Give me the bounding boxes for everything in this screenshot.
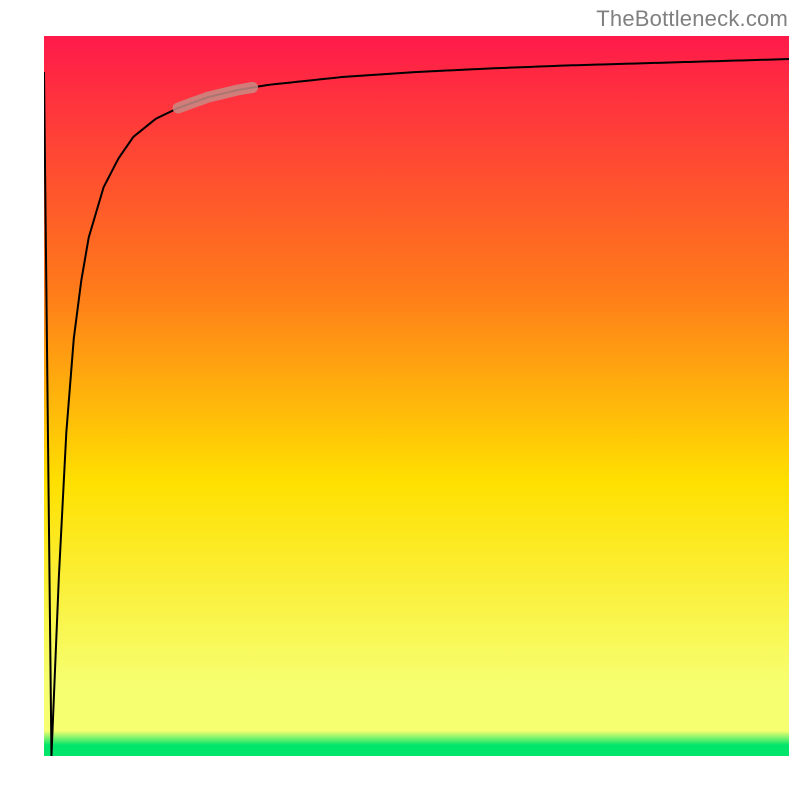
plot-area [44,36,789,756]
attribution-label: TheBottleneck.com [596,6,788,32]
gradient-background [44,36,789,756]
bottleneck-chart [44,36,789,756]
chart-stage: TheBottleneck.com [0,0,800,800]
